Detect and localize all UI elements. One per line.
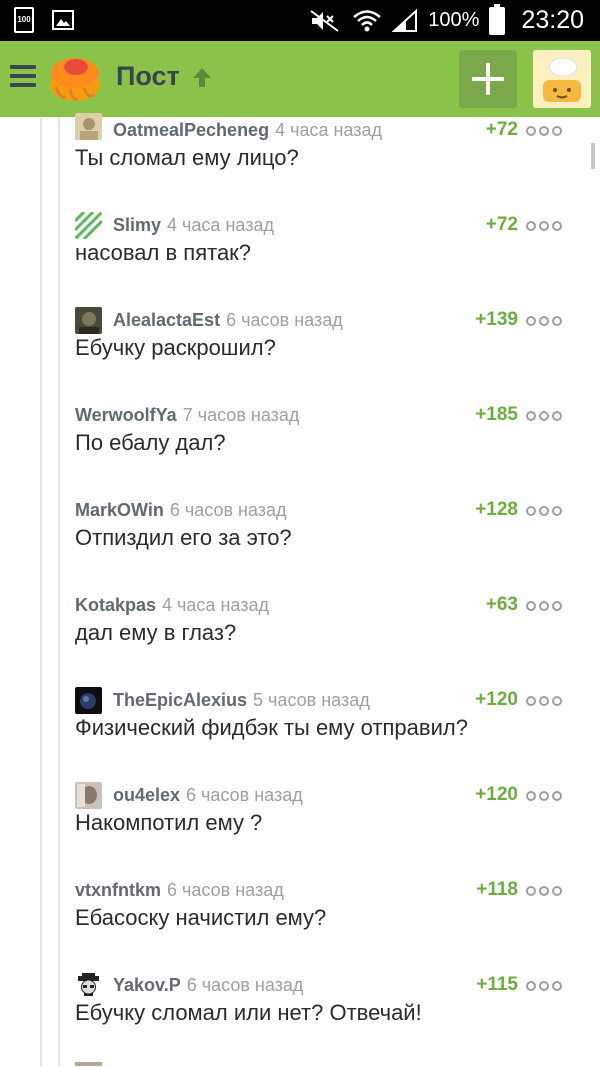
comment-rating: +72 [485,214,518,235]
comment: WerwoolfYa 7 часов назад +185 По ебалу д… [75,402,570,497]
more-options-icon[interactable] [526,981,562,991]
comment-username[interactable]: ou4elex [113,785,180,806]
status-bar: 100 100% 23:20 [0,0,600,41]
comment-username[interactable]: MarkOWin [75,500,164,521]
comment-text: дал ему в глаз? [75,620,237,645]
comment-username[interactable]: Slimy [113,215,161,236]
user-avatar-icon[interactable] [75,1062,102,1066]
comment-timestamp: 7 часов назад [182,404,300,425]
mute-icon [310,9,339,32]
comment-username[interactable]: OatmealPecheneg [113,120,269,141]
comment-timestamp: 6 часов назад [226,309,343,330]
comment-timestamp: 6 часов назад [186,784,303,805]
more-options-icon[interactable] [526,221,562,231]
user-avatar-icon[interactable] [75,211,102,239]
thread-guide-line [40,117,42,1066]
battery-icon [489,3,506,35]
more-options-icon[interactable] [526,126,562,136]
comment: MarkOWin 6 часов назад +128 Отпиздил его… [75,497,570,592]
comment-rating: +118 [476,879,518,900]
comment-username[interactable]: Yakov.P [113,975,181,996]
comment-text: Ебучку раскрошил? [75,335,276,360]
battery-notification-icon: 100 [14,7,34,33]
app-logo[interactable] [48,53,102,103]
user-avatar-icon[interactable] [75,971,102,999]
comment-username[interactable]: AlealactaEst [113,310,220,331]
signal-icon [392,8,418,32]
comment-timestamp: 4 часа назад [275,119,383,140]
comment-text: Физический фидбэк ты ему отправил? [75,715,468,740]
comment-text: насовал в пятак? [75,240,252,265]
comment-timestamp: 4 часа назад [167,214,274,235]
app-bar: Пост [0,41,600,117]
more-options-icon[interactable] [526,411,562,421]
comment-username[interactable]: WerwoolfYa [75,405,177,426]
scrollbar[interactable] [591,143,595,169]
comment: vtxnfntkm 6 часов назад +118 Ебасоску на… [75,877,570,972]
more-options-icon[interactable] [526,506,562,516]
comment-rating: +128 [475,499,518,520]
comment-username[interactable]: TheEpicAlexius [113,690,247,711]
comment-rating: +185 [475,404,518,425]
more-options-icon[interactable] [526,791,562,801]
user-avatar[interactable] [533,50,591,108]
clock: 23:20 [521,6,584,34]
comment-username[interactable]: Kotakpas [75,595,156,616]
menu-icon[interactable] [10,65,36,87]
comment-rating: +115 [476,974,518,995]
comment: TheEpicAlexius 5 часов назад +120 Физиче… [75,686,570,782]
comment-text: Ебасоску начистил ему? [75,905,327,930]
user-avatar-icon[interactable] [75,112,102,140]
add-post-button[interactable] [459,50,517,108]
comment-rating: +63 [485,594,518,615]
user-avatar-icon[interactable] [75,306,102,334]
more-options-icon[interactable] [526,316,562,326]
comment-timestamp: 5 часов назад [253,689,370,710]
more-options-icon[interactable] [526,696,562,706]
comment-text: Ты сломал ему лицо? [75,145,299,170]
comment: OatmealPecheneg 4 часа назад +72 Ты слом… [75,112,570,212]
comment-text: Накомпотил ему ? [75,810,263,835]
comment-timestamp: 6 часов назад [169,499,287,520]
comment-rating: +120 [475,784,518,805]
comment-rating: +72 [485,119,518,140]
comment-rating: +120 [475,689,518,710]
comment: Yakov.P 6 часов назад +115 Ебучку сломал… [75,971,570,1067]
thread-guide-line [58,117,60,1066]
comment: AlealactaEst 6 часов назад +139 Ебучку р… [75,306,570,402]
user-avatar-icon[interactable] [75,686,102,714]
comment: Kotakpas 4 часа назад +63 дал ему в глаз… [75,592,570,687]
wifi-icon [353,9,382,31]
comment-text: По ебалу дал? [75,430,226,455]
more-options-icon[interactable] [526,886,562,896]
comment-timestamp: 6 часов назад [186,974,304,995]
comment-username[interactable]: vtxnfntkm [75,880,161,901]
page-title: Пост [116,61,180,91]
arrow-up-icon[interactable] [190,65,214,89]
comment-timestamp: 6 часов назад [167,879,284,900]
comment: Slimy 4 часа назад +72 насовал в пятак? [75,211,570,307]
comment: ou4elex 6 часов назад +120 Накомпотил ем… [75,781,570,877]
more-options-icon[interactable] [526,601,562,611]
gallery-notification-icon [52,10,74,30]
comment-text: Отпиздил его за это? [75,525,292,550]
comment-timestamp: 4 часа назад [162,594,269,615]
battery-percent: 100% [428,9,480,31]
user-avatar-icon[interactable] [75,781,102,809]
comment-text: Ебучку сломал или нет? Отвечай! [75,1000,422,1025]
comment-rating: +139 [475,309,518,330]
